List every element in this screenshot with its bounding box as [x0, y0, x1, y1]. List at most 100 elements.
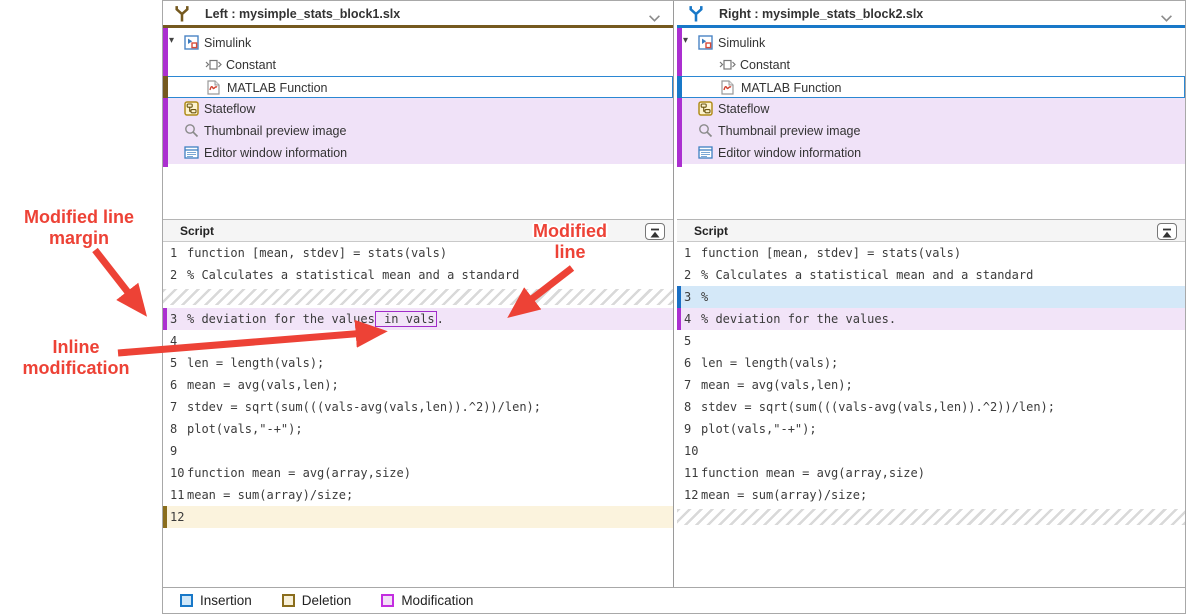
- constant-icon: [719, 57, 736, 75]
- line-text: plot(vals,"-+");: [187, 422, 303, 436]
- code-line-deleted[interactable]: 12: [163, 506, 673, 528]
- code-line-normal: 7mean = avg(vals,len);: [677, 374, 1185, 396]
- simulink-icon: [184, 35, 199, 53]
- line-text: function mean = avg(array,size): [187, 466, 411, 480]
- tree-item-matlab-function[interactable]: MATLAB Function: [677, 76, 1185, 98]
- magnifier-icon: [184, 123, 199, 141]
- right-file-title: Right : mysimple_stats_block2.slx: [719, 7, 923, 21]
- code-line-normal: 2% Calculates a statistical mean and a s…: [677, 264, 1185, 286]
- right-code: 1function [mean, stdev] = stats(vals)2% …: [677, 242, 1185, 587]
- simulink-icon: [698, 35, 713, 53]
- code-line-normal: 12mean = sum(array)/size;: [677, 484, 1185, 506]
- code-line-modified[interactable]: 4% deviation for the values.: [677, 308, 1185, 330]
- editor-window-icon: [698, 145, 713, 163]
- code-line-normal: 6len = length(vals);: [677, 352, 1185, 374]
- deletion-swatch: [282, 594, 295, 607]
- line-text: % deviation for the values in vals.: [187, 312, 444, 326]
- line-text: len = length(vals);: [187, 356, 324, 370]
- line-number: 5: [170, 356, 177, 370]
- code-line-normal: 1function [mean, stdev] = stats(vals): [163, 242, 673, 264]
- modified-margin-bar: [163, 308, 167, 330]
- selected-diff-margin: [163, 76, 168, 98]
- tree-item-editor-window-information[interactable]: Editor window information: [163, 142, 673, 164]
- legend-item-deletion: Deletion: [282, 593, 352, 608]
- line-text-post: .: [437, 312, 444, 326]
- line-number: 10: [170, 466, 184, 480]
- code-line-inserted[interactable]: 3%: [677, 286, 1185, 308]
- left-file-title: Left : mysimple_stats_block1.slx: [205, 7, 400, 21]
- left-file-selector[interactable]: Left : mysimple_stats_block1.slx: [163, 1, 673, 28]
- line-text: mean = sum(array)/size;: [701, 488, 867, 502]
- line-text: stdev = sqrt(sum(((vals-avg(vals,len)).^…: [187, 400, 541, 414]
- code-line-normal: 7 stdev = sqrt(sum(((vals-avg(vals,len)).…: [163, 396, 673, 418]
- hatch-pattern: [163, 289, 673, 305]
- line-text: function [mean, stdev] = stats(vals): [187, 246, 447, 260]
- right-tree: ▾ Simulink ConstantMATLAB FunctionStateflo…: [677, 28, 1185, 167]
- stateflow-icon: [184, 101, 199, 119]
- hatch-pattern: [677, 509, 1185, 525]
- line-number: 12: [170, 510, 184, 524]
- code-line-normal: 8stdev = sqrt(sum(((vals-avg(vals,len)).…: [677, 396, 1185, 418]
- tree-item-thumbnail-preview-image[interactable]: Thumbnail preview image: [677, 120, 1185, 142]
- line-number: 4: [684, 312, 691, 326]
- line-number: 9: [684, 422, 691, 436]
- line-number: 12: [684, 488, 698, 502]
- line-number: 8: [684, 400, 691, 414]
- line-number: 6: [170, 378, 177, 392]
- tree-item-constant[interactable]: Constant: [677, 54, 1185, 76]
- tree-item-stateflow[interactable]: Stateflow: [163, 98, 673, 120]
- tree-item-label: Editor window information: [204, 146, 347, 160]
- left-code: 1function [mean, stdev] = stats(vals)2% …: [163, 242, 673, 587]
- tree-item-thumbnail-preview-image[interactable]: Thumbnail preview image: [163, 120, 673, 142]
- tree-item-matlab-function[interactable]: MATLAB Function: [163, 76, 673, 98]
- modification-swatch: [381, 594, 394, 607]
- tree-item-label: Simulink: [718, 36, 765, 50]
- line-text: % Calculates a statistical mean and a st…: [187, 268, 519, 282]
- legend-item-insertion: Insertion: [180, 593, 252, 608]
- code-line-normal: 8plot(vals,"-+");: [163, 418, 673, 440]
- code-line-normal: 11function mean = avg(array,size): [677, 462, 1185, 484]
- inline-modification-box[interactable]: in vals: [375, 311, 437, 327]
- legend-label: Modification: [401, 593, 473, 608]
- comparison-window: Left : mysimple_stats_block1.slx ▾ Simuli…: [162, 0, 1186, 614]
- script-title: Script: [180, 224, 214, 238]
- right-file-selector[interactable]: Right : mysimple_stats_block2.slx: [677, 1, 1185, 28]
- line-text: mean = avg(vals,len);: [187, 378, 339, 392]
- tree-item-simulink[interactable]: ▾ Simulink: [163, 32, 673, 54]
- left-tree: ▾ Simulink ConstantMATLAB FunctionStateflo…: [163, 28, 673, 167]
- legend-label: Deletion: [302, 593, 352, 608]
- tree-expander-icon[interactable]: ▾: [683, 35, 688, 46]
- code-line-normal: 9plot(vals,"-+");: [677, 418, 1185, 440]
- legend-label: Insertion: [200, 593, 252, 608]
- legend-item-modification: Modification: [381, 593, 473, 608]
- line-text: len = length(vals);: [701, 356, 838, 370]
- code-line-normal: 5 len = length(vals);: [163, 352, 673, 374]
- tree-item-constant[interactable]: Constant: [163, 54, 673, 76]
- code-line-normal: 2% Calculates a statistical mean and a s…: [163, 264, 673, 286]
- go-to-top-icon: [1161, 226, 1173, 243]
- line-number: 7: [170, 400, 177, 414]
- tree-item-simulink[interactable]: ▾ Simulink: [677, 32, 1185, 54]
- script-title: Script: [694, 224, 728, 238]
- code-line-normal: 11mean = sum(array)/size;: [163, 484, 673, 506]
- line-number: 11: [170, 488, 184, 502]
- hatched-placeholder-row: [163, 286, 673, 308]
- tree-item-editor-window-information[interactable]: Editor window information: [677, 142, 1185, 164]
- diff-legend: Insertion Deletion Modification: [163, 587, 1185, 613]
- tree-expander-icon[interactable]: ▾: [169, 35, 174, 46]
- magnifier-icon: [698, 123, 713, 141]
- go-to-top-button[interactable]: [1157, 223, 1177, 240]
- arrow-to-modified-margin: [95, 250, 141, 309]
- code-line-modified[interactable]: 3 % deviation for the values in vals.: [163, 308, 673, 330]
- line-number: 3: [170, 312, 177, 326]
- tree-item-stateflow[interactable]: Stateflow: [677, 98, 1185, 120]
- go-to-top-icon: [649, 226, 661, 243]
- matlab-function-icon: [206, 80, 221, 98]
- go-to-top-button[interactable]: [645, 223, 665, 240]
- insertion-swatch: [180, 594, 193, 607]
- selected-diff-margin: [677, 76, 682, 98]
- annotation-inline-modification: Inline modification: [0, 337, 152, 379]
- matlab-function-icon: [720, 80, 735, 98]
- tree-item-label: Simulink: [204, 36, 251, 50]
- line-number: 2: [684, 268, 691, 282]
